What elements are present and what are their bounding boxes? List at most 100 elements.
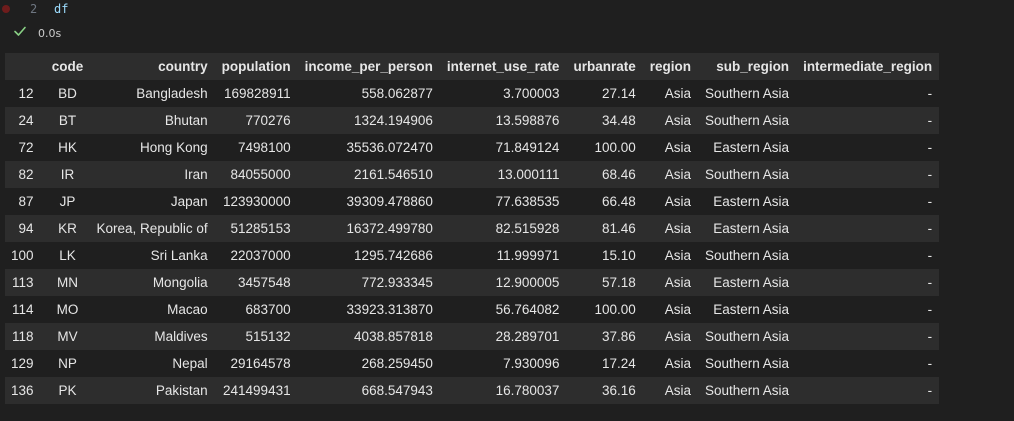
cell-population: 241499431	[214, 377, 298, 404]
cell-sub-region: Eastern Asia	[698, 296, 797, 323]
cell-country: Hong Kong	[94, 134, 215, 161]
cell-urbanrate: 100.00	[566, 134, 643, 161]
cell-country: Japan	[94, 188, 215, 215]
cell-sub-region: Southern Asia	[698, 80, 797, 107]
cell-region: Asia	[642, 377, 698, 404]
cell-code: BD	[40, 80, 95, 107]
cell-urbanrate: 68.46	[566, 161, 643, 188]
cell-intermediate-region: -	[796, 188, 940, 215]
cell-code: HK	[40, 134, 95, 161]
table-row: 82 IR Iran 84055000 2161.546510 13.000111 68.4…	[5, 161, 940, 188]
table-row: 114 MO Macao 683700 33923.313870 56.764082 100…	[5, 296, 940, 323]
cell-internet-use-rate: 82.515928	[439, 215, 567, 242]
cell-index: 114	[5, 296, 41, 323]
cell-country: Korea, Republic of	[94, 215, 215, 242]
table-row: 72 HK Hong Kong 7498100 35536.072470 71.84912…	[5, 134, 940, 161]
cell-country: Maldives	[94, 323, 215, 350]
cell-region: Asia	[642, 269, 698, 296]
cell-sub-region: Southern Asia	[698, 107, 797, 134]
cell-income-per-person: 268.259450	[297, 350, 440, 377]
notebook-cell[interactable]: 2 df	[0, 0, 1014, 20]
cell-internet-use-rate: 7.930096	[439, 350, 567, 377]
cell-intermediate-region: -	[796, 323, 940, 350]
cell-region: Asia	[642, 134, 698, 161]
table-row: 129 NP Nepal 29164578 268.259450 7.930096 17.2…	[5, 350, 940, 377]
cell-code: JP	[40, 188, 95, 215]
cell-country: Mongolia	[94, 269, 215, 296]
column-header-population: population	[214, 53, 298, 80]
cell-urbanrate: 100.00	[566, 296, 643, 323]
cell-country: Nepal	[94, 350, 215, 377]
cell-index: 87	[5, 188, 41, 215]
cell-internet-use-rate: 3.700003	[439, 80, 567, 107]
cell-intermediate-region: -	[796, 242, 940, 269]
cell-index: 82	[5, 161, 41, 188]
table-row: 136 PK Pakistan 241499431 668.547943 16.78003…	[5, 377, 940, 404]
cell-population: 29164578	[214, 350, 298, 377]
cell-status-dot	[2, 5, 10, 13]
code-editor-line[interactable]: df	[54, 2, 68, 16]
cell-intermediate-region: -	[796, 350, 940, 377]
table-row: 118 MV Maldives 515132 4038.857818 28.289701 3…	[5, 323, 940, 350]
cell-region: Asia	[642, 161, 698, 188]
table-row: 100 LK Sri Lanka 22037000 1295.742686 11.9999…	[5, 242, 940, 269]
column-header-region: region	[642, 53, 698, 80]
cell-region: Asia	[642, 323, 698, 350]
cell-internet-use-rate: 71.849124	[439, 134, 567, 161]
cell-code: MN	[40, 269, 95, 296]
cell-internet-use-rate: 11.999971	[439, 242, 567, 269]
cell-population: 123930000	[214, 188, 298, 215]
cell-income-per-person: 39309.478860	[297, 188, 440, 215]
column-header-code: code	[40, 53, 95, 80]
cell-code: MV	[40, 323, 95, 350]
cell-income-per-person: 16372.499780	[297, 215, 440, 242]
cell-country: Macao	[94, 296, 215, 323]
cell-intermediate-region: -	[796, 296, 940, 323]
column-header-country: country	[94, 53, 215, 80]
execution-time: 0.0s	[38, 27, 62, 40]
cell-index: 100	[5, 242, 41, 269]
check-icon	[14, 26, 26, 36]
cell-urbanrate: 57.18	[566, 269, 643, 296]
cell-intermediate-region: -	[796, 377, 940, 404]
cell-sub-region: Southern Asia	[698, 350, 797, 377]
cell-income-per-person: 772.933345	[297, 269, 440, 296]
cell-population: 515132	[214, 323, 298, 350]
cell-index: 118	[5, 323, 41, 350]
cell-internet-use-rate: 13.000111	[439, 161, 567, 188]
cell-index: 94	[5, 215, 41, 242]
cell-index: 72	[5, 134, 41, 161]
cell-population: 7498100	[214, 134, 298, 161]
cell-urbanrate: 15.10	[566, 242, 643, 269]
cell-urbanrate: 17.24	[566, 350, 643, 377]
cell-population: 22037000	[214, 242, 298, 269]
cell-region: Asia	[642, 242, 698, 269]
cell-income-per-person: 1324.194906	[297, 107, 440, 134]
cell-index: 136	[5, 377, 41, 404]
cell-country: Bangladesh	[94, 80, 215, 107]
cell-urbanrate: 66.48	[566, 188, 643, 215]
cell-internet-use-rate: 56.764082	[439, 296, 567, 323]
cell-index: 12	[5, 80, 41, 107]
cell-region: Asia	[642, 188, 698, 215]
cell-population: 770276	[214, 107, 298, 134]
cell-region: Asia	[642, 350, 698, 377]
column-header-internet-use-rate: internet_use_rate	[439, 53, 567, 80]
table-row: 12 BD Bangladesh 169828911 558.062877 3.70000…	[5, 80, 940, 107]
cell-income-per-person: 558.062877	[297, 80, 440, 107]
table-row: 87 JP Japan 123930000 39309.478860 77.638535 6…	[5, 188, 940, 215]
cell-index: 24	[5, 107, 41, 134]
cell-code: BT	[40, 107, 95, 134]
cell-sub-region: Eastern Asia	[698, 215, 797, 242]
cell-sub-region: Southern Asia	[698, 242, 797, 269]
cell-intermediate-region: -	[796, 269, 940, 296]
cell-income-per-person: 668.547943	[297, 377, 440, 404]
line-number: 2	[30, 2, 38, 16]
cell-sub-region: Eastern Asia	[698, 269, 797, 296]
cell-population: 683700	[214, 296, 298, 323]
cell-income-per-person: 1295.742686	[297, 242, 440, 269]
table-header-row: code country population income_per_perso…	[5, 53, 940, 80]
cell-urbanrate: 27.14	[566, 80, 643, 107]
table-row: 113 MN Mongolia 3457548 772.933345 12.900005 5…	[5, 269, 940, 296]
table-body: 12 BD Bangladesh 169828911 558.062877 3.70000…	[5, 80, 940, 404]
